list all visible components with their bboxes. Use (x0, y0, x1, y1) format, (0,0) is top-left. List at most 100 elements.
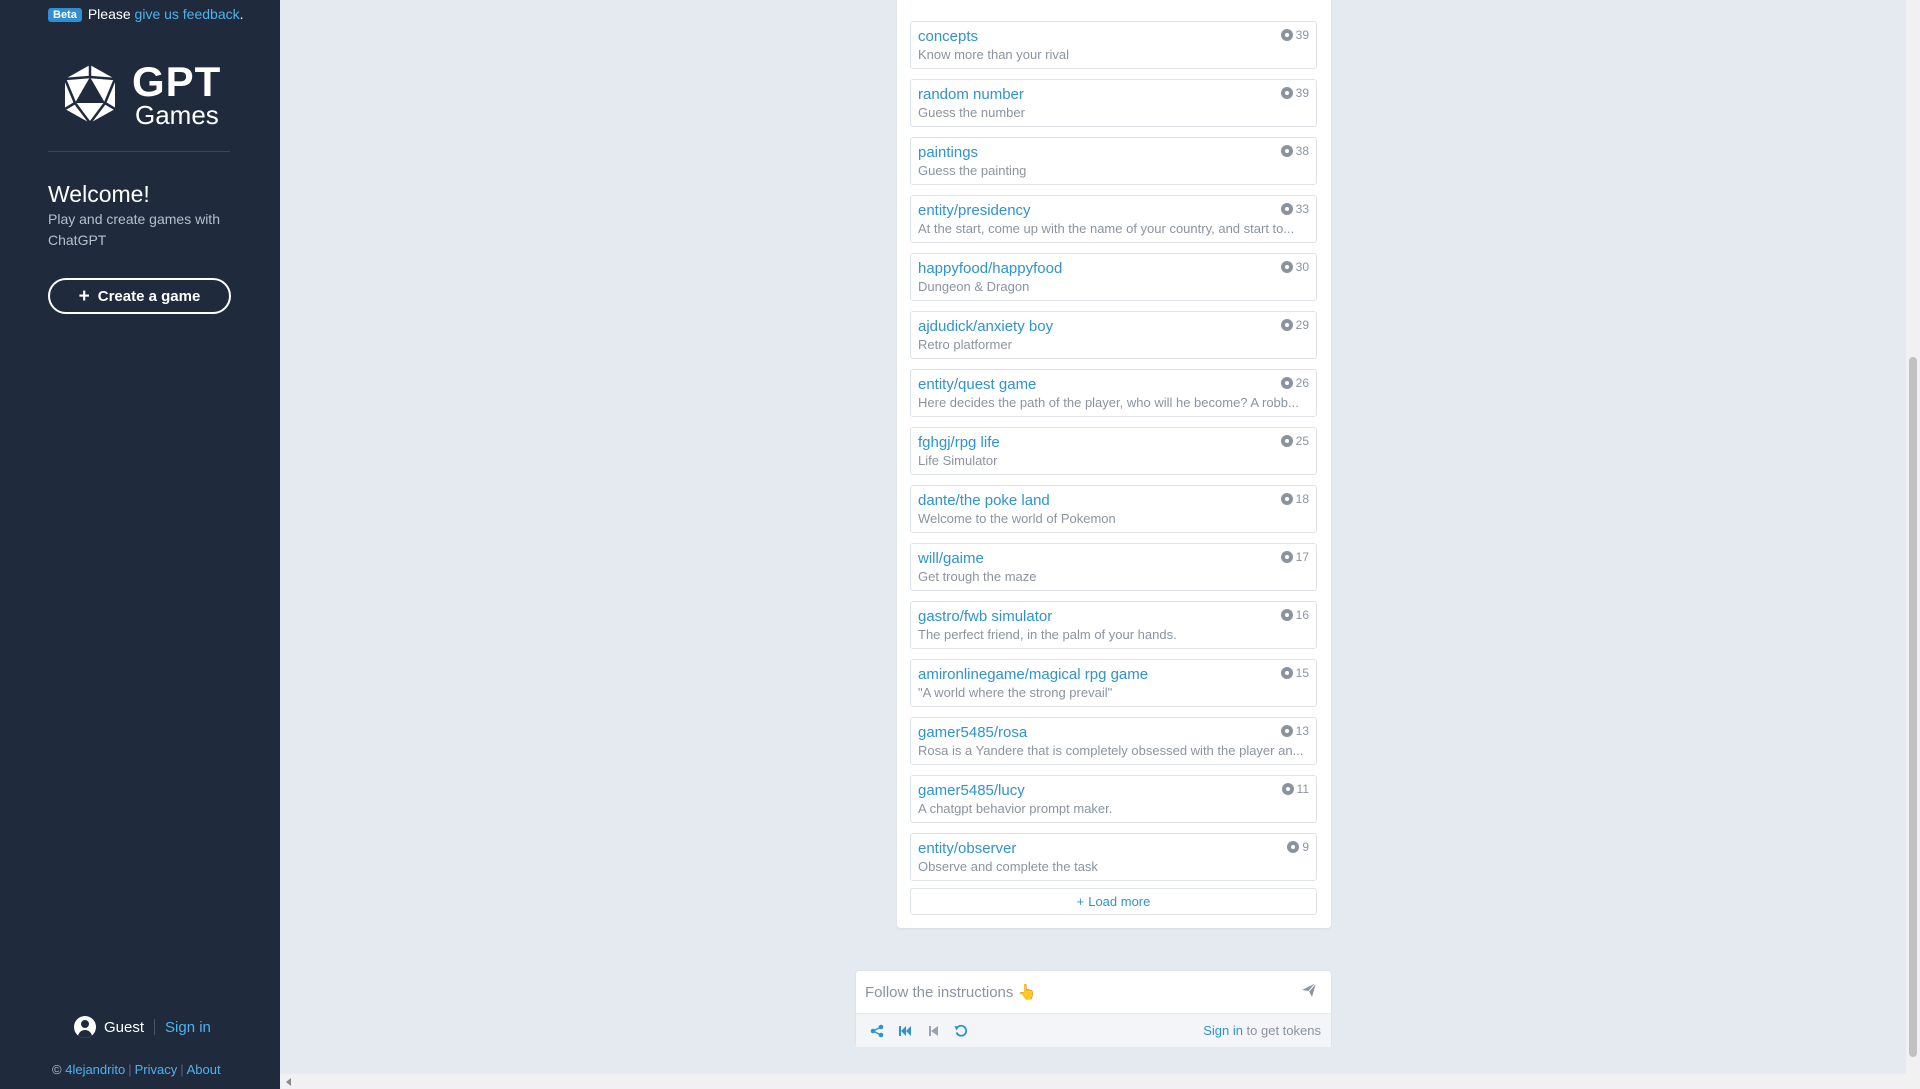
user-avatar-icon (74, 1016, 96, 1038)
game-item[interactable]: entity/presidency 33 At the start, come … (910, 195, 1317, 243)
logo-games-text: Games (135, 100, 219, 130)
game-item[interactable]: concepts 39 Know more than your rival (910, 21, 1317, 69)
game-description: Rosa is a Yandere that is completely obs… (918, 743, 1304, 758)
chat-input[interactable] (865, 981, 1285, 1003)
game-title: fghgj/rpg life (918, 434, 1000, 451)
player-count: 13 (1280, 724, 1309, 738)
tokens-info: Sign in to get tokens (1203, 1023, 1321, 1038)
game-description: Guess the number (918, 105, 1025, 120)
game-item[interactable]: gamer5485/lucy 11 A chatgpt behavior pro… (910, 775, 1317, 823)
game-description: Here decides the path of the player, who… (918, 395, 1299, 410)
chat-sign-in-link[interactable]: Sign in (1203, 1023, 1243, 1038)
game-description: Retro platformer (918, 337, 1012, 352)
game-description: Welcome to the world of Pokemon (918, 511, 1116, 526)
player-count: 29 (1280, 318, 1309, 332)
author-link[interactable]: 4lejandrito (65, 1062, 125, 1077)
load-more-label: Load more (1088, 894, 1151, 909)
player-count-value: 11 (1296, 782, 1309, 796)
player-count-value: 18 (1295, 492, 1309, 506)
players-icon (1280, 493, 1293, 505)
game-title: paintings (918, 144, 979, 161)
game-item[interactable]: happyfood/happyfood 30 Dungeon & Dragon (910, 253, 1317, 301)
game-item[interactable]: amironlinegame/magical rpg game 15 "A wo… (910, 659, 1317, 707)
game-list-panel: concepts 39 Know more than your rival ra… (897, 0, 1331, 928)
horizontal-scrollbar[interactable] (280, 1074, 1920, 1089)
game-item[interactable]: entity/quest game 26 Here decides the pa… (910, 369, 1317, 417)
scroll-left-arrow-icon[interactable] (286, 1078, 291, 1086)
players-icon (1280, 725, 1293, 737)
player-count-value: 26 (1295, 376, 1309, 390)
beta-badge: Beta (48, 8, 82, 22)
game-description: Life Simulator (918, 453, 998, 468)
player-count: 15 (1280, 666, 1309, 680)
game-item[interactable]: gastro/fwb simulator 16 The perfect frie… (910, 601, 1317, 649)
player-count: 11 (1281, 782, 1309, 796)
rewind-to-start-icon[interactable] (898, 1024, 912, 1038)
beta-banner: Beta Please give us feedback. (48, 6, 244, 22)
create-game-label: Create a game (97, 287, 201, 305)
share-icon[interactable] (870, 1024, 884, 1038)
welcome-text: Play and create games with ChatGPT (48, 211, 220, 248)
player-count-value: 15 (1295, 666, 1309, 680)
game-item[interactable]: paintings 38 Guess the painting (910, 137, 1317, 185)
welcome-title: Welcome! (48, 181, 150, 207)
game-title: happyfood/happyfood (918, 260, 1063, 277)
game-item[interactable]: will/gaime 17 Get trough the maze (910, 543, 1317, 591)
privacy-link[interactable]: Privacy (135, 1062, 178, 1077)
player-count: 9 (1287, 840, 1309, 854)
guest-label: Guest (104, 1018, 145, 1036)
about-link[interactable]: About (187, 1062, 221, 1077)
players-icon (1280, 261, 1293, 273)
players-icon (1287, 841, 1300, 853)
game-title: gamer5485/rosa (918, 724, 1028, 741)
game-title: amironlinegame/magical rpg game (918, 666, 1149, 683)
player-count: 30 (1280, 260, 1309, 274)
send-icon[interactable] (1301, 982, 1317, 998)
game-title: gamer5485/lucy (918, 782, 1025, 799)
guest-separator (154, 1019, 156, 1035)
chat-box: Sign in to get tokens (855, 970, 1332, 1047)
game-item[interactable]: gamer5485/rosa 13 Rosa is a Yandere that… (910, 717, 1317, 765)
player-count: 33 (1280, 202, 1309, 216)
player-count-value: 17 (1295, 550, 1309, 564)
load-more-button[interactable]: + Load more (910, 888, 1317, 915)
players-icon (1280, 319, 1293, 331)
game-item[interactable]: dante/the poke land 18 Welcome to the wo… (910, 485, 1317, 533)
vertical-scrollbar[interactable] (1906, 0, 1920, 1074)
game-item[interactable]: fghgj/rpg life 25 Life Simulator (910, 427, 1317, 475)
game-title: gastro/fwb simulator (918, 608, 1053, 625)
sidebar-footer: © 4lejandrito | Privacy | About (52, 1062, 221, 1077)
logo[interactable]: GPT Games (62, 60, 232, 130)
game-description: Guess the painting (918, 163, 1027, 178)
game-description: Know more than your rival (918, 47, 1070, 62)
logo-gpt-text: GPT (132, 58, 222, 105)
beta-text: Please (87, 6, 131, 22)
game-title: entity/quest game (918, 376, 1037, 393)
game-description: At the start, come up with the name of y… (918, 221, 1295, 236)
chat-toolbar: Sign in to get tokens (856, 1013, 1331, 1047)
game-title: entity/observer (918, 840, 1017, 857)
players-icon (1280, 435, 1293, 447)
vertical-scrollbar-thumb[interactable] (1909, 357, 1917, 1057)
game-item[interactable]: ajdudick/anxiety boy 29 Retro platformer (910, 311, 1317, 359)
game-title: random number (918, 86, 1024, 103)
game-item[interactable]: random number 39 Guess the number (910, 79, 1317, 127)
game-title: concepts (918, 28, 979, 45)
game-title: dante/the poke land (918, 492, 1050, 509)
players-icon (1280, 203, 1293, 215)
restart-icon[interactable] (954, 1024, 968, 1038)
game-item[interactable]: entity/observer 9 Observe and complete t… (910, 833, 1317, 881)
game-description: "A world where the strong prevail" (918, 685, 1113, 700)
create-game-button[interactable]: + Create a game (48, 278, 231, 314)
step-back-icon[interactable] (926, 1024, 940, 1038)
game-description: Dungeon & Dragon (918, 279, 1030, 294)
plus-icon: + (1076, 894, 1085, 909)
player-count: 26 (1280, 376, 1309, 390)
player-count: 39 (1280, 86, 1309, 100)
players-icon (1280, 667, 1293, 679)
sidebar-sign-in-link[interactable]: Sign in (165, 1019, 211, 1036)
feedback-link[interactable]: give us feedback (135, 6, 240, 22)
player-count: 16 (1280, 608, 1309, 622)
player-count: 39 (1280, 28, 1309, 42)
user-status: Guest Sign in (74, 1016, 211, 1038)
